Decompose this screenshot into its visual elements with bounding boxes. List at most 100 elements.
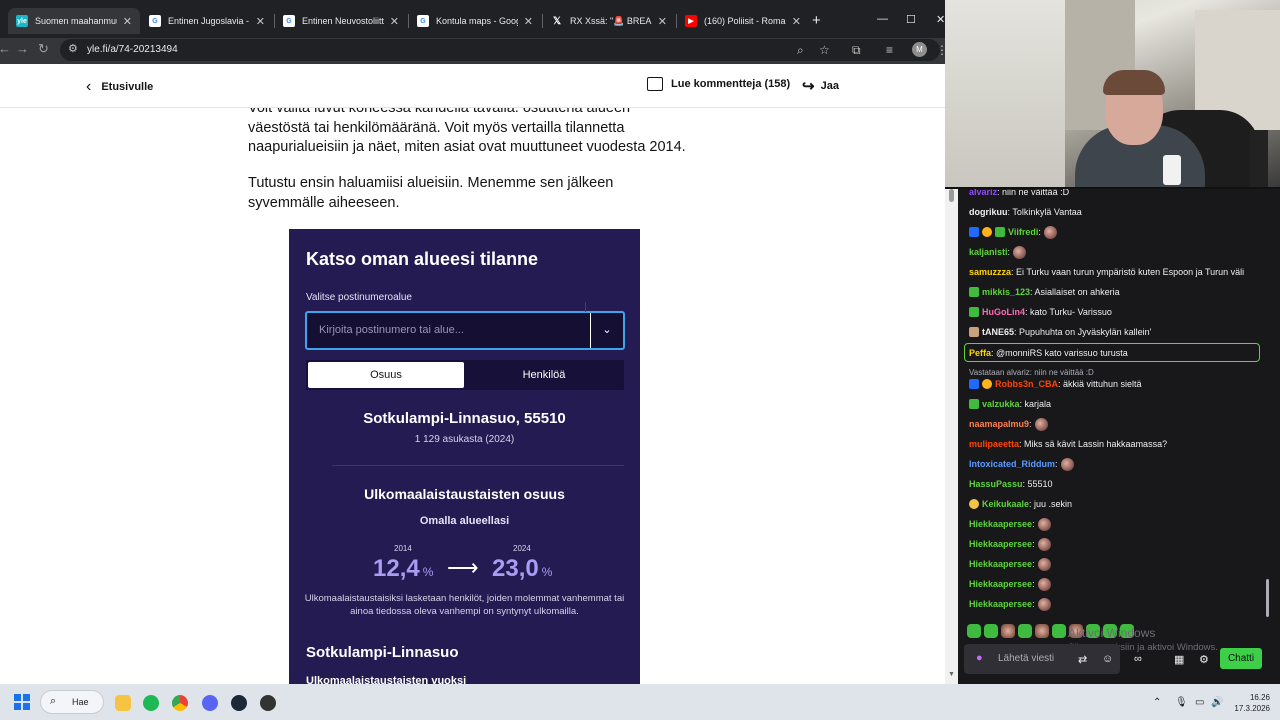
chat-username[interactable]: Intoxicated_Riddum [969,459,1055,469]
network-icon[interactable]: ▭ [1195,697,1204,708]
close-icon[interactable]: ✕ [390,15,399,28]
tab-2[interactable]: G Entinen Neuvostoliitto - ✕ [275,8,407,34]
chat-text: : [1032,579,1035,589]
channel-points-icon[interactable]: ∞ [1134,653,1142,665]
stat-title: Ulkomaalaistaustaisten osuus [364,486,565,502]
store-icon[interactable]: ▦ [1174,653,1184,666]
profile-avatar[interactable]: M [912,42,927,57]
minimize-icon[interactable]: — [877,13,888,25]
translate-icon[interactable]: ⇄ [1078,653,1087,666]
tab-0[interactable]: yle Suomen maahanmuuton ✕ [8,8,140,34]
window-close-icon[interactable]: ✕ [936,13,945,26]
file-explorer-icon[interactable] [115,695,131,711]
chat-username[interactable]: Peffa [969,348,991,358]
settings-gear-icon[interactable]: ⚙ [1199,653,1209,666]
media-icon[interactable]: ≡ [886,43,893,57]
chat-username[interactable]: Hiekkaapersee [969,519,1032,529]
chat-username[interactable]: Hiekkaapersee [969,539,1032,549]
chat-input[interactable]: ● Lähetä viesti [964,644,1120,674]
emote-icon[interactable] [1052,624,1066,638]
chat-username[interactable]: mikkis_123 [982,287,1030,297]
zoom-icon[interactable]: ⌕ [797,43,804,58]
chrome-icon[interactable] [172,695,188,711]
chat-text: : [1032,559,1035,569]
chat-send-button[interactable]: Chatti [1220,648,1262,669]
close-icon[interactable]: ✕ [524,15,533,28]
bookmark-star-icon[interactable]: ☆ [819,43,830,57]
chat-username[interactable]: naamapalmu9 [969,419,1029,429]
spotify-icon[interactable] [143,695,159,711]
scroll-down-icon[interactable]: ▼ [948,671,955,678]
volume-icon[interactable]: 🔊 [1211,697,1223,708]
chat-username[interactable]: HassuPassu [969,479,1023,489]
input-placeholder: Kirjoita postinumero tai alue... [319,324,464,336]
chat-username[interactable]: dogrikuu [969,207,1008,217]
steam-icon[interactable] [231,695,247,711]
emote-icon[interactable] [1001,624,1015,638]
tab-4[interactable]: 𝕏 RX Xssä: "🚨 BREAKING ✕ [543,8,675,34]
taskbar-clock[interactable]: 16.26 17.3.2026 [1232,692,1270,714]
toggle-people-button[interactable]: Henkilöä [466,362,622,388]
chat-username[interactable]: mulipaeetta [969,439,1019,449]
chat-username[interactable]: Robbs3n_CBA [995,379,1058,389]
chat-username[interactable]: samuzzza [969,267,1011,277]
tab-3[interactable]: G Kontula maps - Google ✕ [409,8,541,34]
toggle-share-button[interactable]: Osuus [308,362,464,388]
microphone-icon[interactable]: 🎙 [1175,697,1188,708]
discord-icon[interactable] [202,695,218,711]
webcam-mug [1163,155,1181,185]
windows-start-icon[interactable] [14,694,30,710]
forward-arrow-icon[interactable]: → [16,41,29,56]
emote-icon[interactable] [1035,624,1049,638]
comments-label: Lue kommentteja (158) [671,78,791,90]
tab-1[interactable]: G Entinen Jugoslavia - Goo ✕ [141,8,273,34]
emote-icon[interactable] [984,624,998,638]
extensions-icon[interactable]: ⧉ [852,43,861,58]
close-icon[interactable]: ✕ [123,15,132,28]
chat-message: mikkis_123: Asiallaiset on ahkeria [969,285,1120,299]
maximize-icon[interactable]: ☐ [906,13,916,26]
site-info-icon[interactable]: ⚙ [68,42,78,55]
chat-username[interactable]: Keikukaale [982,499,1029,509]
tray-chevron-icon[interactable]: ⌃ [1153,697,1161,708]
comments-link[interactable]: Lue kommentteja (158) [647,77,790,91]
close-icon[interactable]: ✕ [658,15,667,28]
emote-icon [1034,417,1048,431]
chevron-down-icon[interactable]: ⌄ [590,313,623,348]
chat-username[interactable]: Viifredi [1008,227,1038,237]
chat-input-placeholder: Lähetä viesti [998,653,1055,664]
chat-username[interactable]: HuGoLin4 [982,307,1025,317]
emote-icon[interactable] [1018,624,1032,638]
emote-picker-icon[interactable]: ☺ [1102,653,1113,665]
chat-username[interactable]: alvariz [969,189,997,197]
chat-username[interactable]: valzukka [982,399,1020,409]
share-button[interactable]: ↪ Jaa [802,77,839,95]
obs-icon[interactable] [260,695,276,711]
chat-text: : Ei Turku vaan turun ympäristö kuten Es… [1011,267,1245,277]
chat-username[interactable]: tANE65 [982,327,1014,337]
tab-5[interactable]: ▶ (160) Poliisit - Romanit ✕ [677,8,809,34]
emote-icon[interactable] [967,624,981,638]
url-field[interactable]: ⚙ yle.fi/a/74-20213494 ⌕ ☆ ⧉ ≡ M ⋮ [60,39,948,61]
mic-icon[interactable]: ● [976,652,983,664]
back-link[interactable]: ‹ Etusivulle [86,78,153,96]
chat-message: HassuPassu: 55510 [969,477,1053,491]
chat-message: Hiekkaapersee: [969,597,1051,611]
article-header: ‹ Etusivulle Lue kommentteja (158) ↪ Jaa [0,64,945,108]
taskbar-search[interactable]: ⌕ Hae [40,690,104,714]
close-icon[interactable]: ✕ [256,15,265,28]
back-arrow-icon[interactable]: ← [0,41,11,56]
postal-code-input[interactable]: Kirjoita postinumero tai alue... ⌄ [305,311,625,350]
chat-username[interactable]: Hiekkaapersee [969,559,1032,569]
new-tab-icon[interactable]: + [812,12,821,29]
close-icon[interactable]: ✕ [792,15,801,28]
badge-icon [982,227,992,237]
chat-username[interactable]: Hiekkaapersee [969,579,1032,589]
scroll-thumb[interactable] [949,189,954,202]
chat-message: tANE65: Pupuhuhta on Jyväskylän kallein' [969,325,1151,339]
chat-username[interactable]: kaljanisti [969,247,1008,257]
chat-username[interactable]: Hiekkaapersee [969,599,1032,609]
reload-icon[interactable]: ↻ [38,41,49,57]
chat-text: : Miks sä kävit Lassin hakkaamassa? [1019,439,1168,449]
chat-scrollbar[interactable] [1266,579,1269,617]
